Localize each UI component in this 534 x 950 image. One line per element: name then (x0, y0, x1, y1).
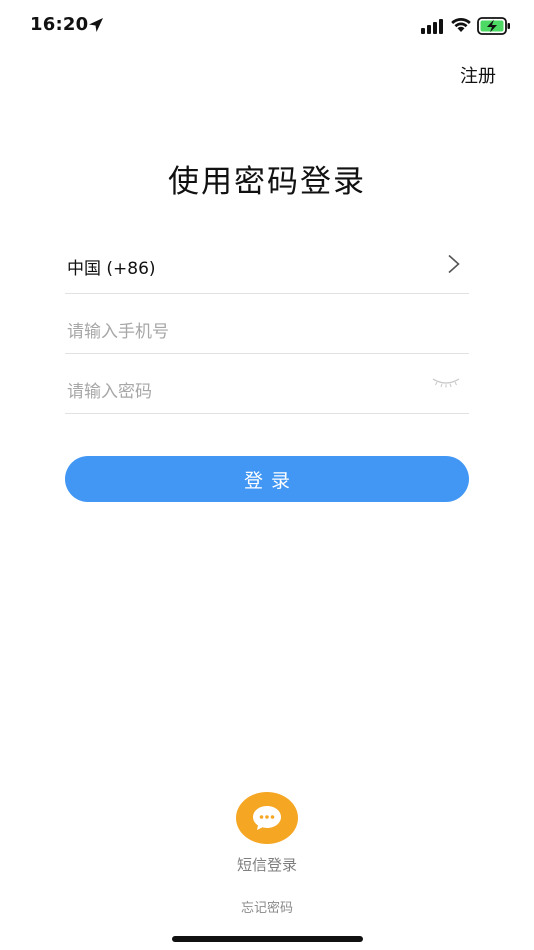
password-row (65, 354, 469, 414)
location-arrow-icon (89, 18, 103, 32)
sms-login-button[interactable] (236, 792, 298, 844)
password-input[interactable] (65, 354, 405, 412)
sms-login-option[interactable]: 短信登录 (0, 792, 534, 875)
chevron-right-icon (448, 254, 460, 274)
wifi-icon (451, 17, 471, 32)
home-indicator (172, 936, 363, 942)
login-button[interactable]: 登录 (65, 456, 469, 502)
cellular-signal-icon (421, 19, 443, 34)
status-time: 16:20 (30, 14, 89, 35)
battery-charging-icon (477, 17, 510, 35)
phone-input[interactable] (65, 294, 405, 352)
chat-bubble-icon (253, 806, 281, 830)
sms-login-label[interactable]: 短信登录 (0, 854, 534, 875)
eye-closed-icon[interactable] (431, 376, 461, 390)
country-selector[interactable]: 中国 (+86) (65, 234, 469, 294)
country-code-value: 中国 (+86) (67, 259, 156, 279)
page-title: 使用密码登录 (168, 164, 366, 200)
forgot-password-link[interactable]: 忘记密码 (0, 897, 534, 916)
register-link[interactable]: 注册 (460, 62, 496, 88)
login-form: 中国 (+86) (65, 234, 469, 414)
phone-row (65, 294, 469, 354)
status-bar: 16:20 (0, 0, 534, 52)
